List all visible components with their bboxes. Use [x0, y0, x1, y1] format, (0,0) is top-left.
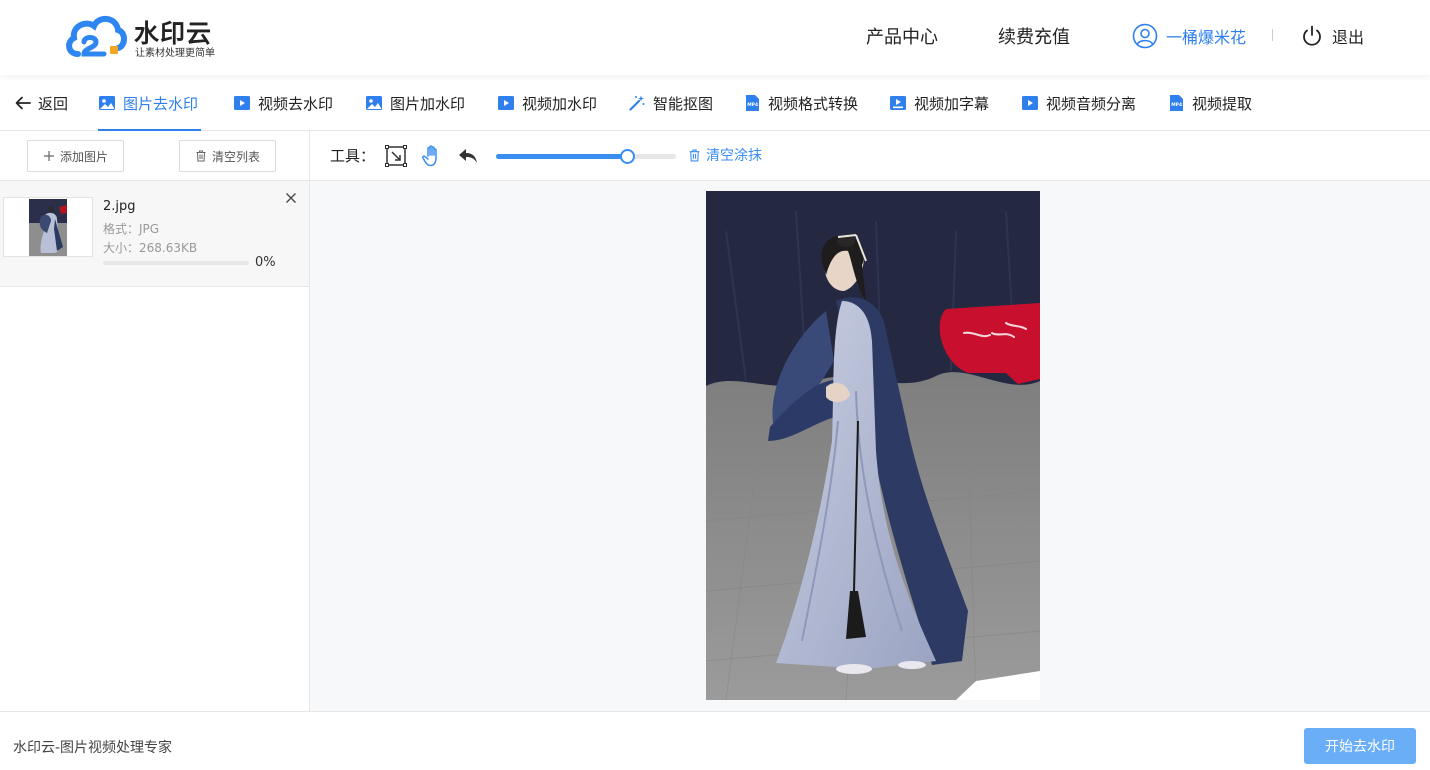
remove-file-button[interactable] [285, 191, 297, 207]
app-footer: 水印云-图片视频处理专家 开始去水印 [0, 711, 1430, 770]
nav-products-label: 产品中心 [866, 27, 938, 48]
video-audio-icon [1022, 96, 1038, 110]
file-sidebar: 添加图片 清空列表 2.jpg 格式：JPG 大小：268.63KB 0% [0, 131, 310, 711]
logo-slogan: 让素材处理更简单 [135, 48, 215, 59]
tab-video-watermark-add[interactable]: 视频加水印 [497, 75, 597, 131]
clear-smear-button[interactable]: 清空涂抹 [688, 145, 762, 165]
mp4-extract-icon: MP4 [1170, 95, 1183, 111]
nav-renew-label: 续费充值 [998, 27, 1070, 48]
clear-list-button[interactable]: 清空列表 [179, 140, 276, 172]
preview-image[interactable] [706, 191, 1040, 700]
select-area-icon[interactable] [384, 144, 408, 168]
start-remove-watermark-button[interactable]: 开始去水印 [1304, 728, 1416, 764]
video-add-icon [498, 96, 514, 110]
tab-video-subtitle[interactable]: 视频加字幕 [889, 75, 989, 131]
tab-video-watermark-remove[interactable]: 视频去水印 [233, 75, 333, 131]
user-menu[interactable]: 一桶爆米花 [1132, 22, 1246, 50]
file-size: 大小：268.63KB [103, 241, 198, 255]
tab-label: 智能抠图 [653, 94, 714, 113]
image-icon [99, 96, 115, 110]
tab-video-format-convert[interactable]: MP4 视频格式转换 [743, 75, 858, 131]
logout-label: 退出 [1332, 28, 1365, 47]
power-icon [1303, 25, 1321, 46]
arrow-left-icon [15, 96, 31, 110]
close-icon [286, 193, 296, 203]
image-canvas[interactable] [310, 181, 1430, 711]
image-add-icon [366, 96, 382, 110]
tab-label: 视频加水印 [522, 94, 598, 113]
tab-label: 视频音频分离 [1046, 94, 1137, 113]
slider-fill [496, 154, 628, 159]
tab-label: 视频去水印 [258, 94, 334, 113]
tab-image-watermark-remove[interactable]: 图片去水印 [98, 75, 201, 131]
tab-image-watermark-add[interactable]: 图片加水印 [365, 75, 465, 131]
undo-icon[interactable] [456, 144, 480, 168]
file-list-item[interactable]: 2.jpg 格式：JPG 大小：268.63KB 0% [0, 181, 309, 287]
editor-toolbar: 工具： 清空涂抹 [310, 131, 1430, 181]
tab-label: 图片去水印 [123, 94, 199, 113]
file-thumbnail [3, 197, 93, 257]
clear-smear-label: 清空涂抹 [706, 148, 762, 164]
tab-video-extract[interactable]: MP4 视频提取 [1167, 75, 1252, 131]
tab-video-audio-split[interactable]: 视频音频分离 [1021, 75, 1136, 131]
mp4-file-icon: MP4 [746, 95, 759, 111]
feature-tabs: 返回 图片去水印 视频去水印 图片加水印 视频加水印 智能抠图 MP4 视频格式… [0, 75, 1430, 131]
plus-icon [43, 151, 54, 161]
trash-icon [196, 150, 206, 162]
tab-smart-cutout[interactable]: 智能抠图 [628, 75, 713, 131]
tab-label: 图片加水印 [390, 94, 466, 113]
footer-tagline: 水印云-图片视频处理专家 [13, 740, 173, 756]
file-format: 格式：JPG [103, 222, 160, 236]
brush-size-slider[interactable] [496, 149, 676, 164]
tab-label: 视频加字幕 [914, 94, 990, 113]
slider-thumb[interactable] [619, 149, 635, 164]
thumbnail-image [29, 199, 67, 256]
svg-text:MP4: MP4 [747, 102, 758, 108]
hand-pan-icon[interactable] [420, 144, 444, 168]
username: 一桶爆米花 [1166, 28, 1247, 47]
nav-renew[interactable]: 续费充值 [998, 22, 1070, 50]
nav-products[interactable]: 产品中心 [866, 22, 938, 50]
logo[interactable]: 水印云 让素材处理更简单 [64, 12, 234, 62]
cloud-logo-icon [66, 16, 127, 57]
add-image-button[interactable]: 添加图片 [27, 140, 124, 172]
video-subtitle-icon [890, 96, 906, 110]
start-button-label: 开始去水印 [1325, 739, 1395, 755]
back-button[interactable]: 返回 [14, 75, 68, 131]
nav-divider [1272, 29, 1273, 41]
back-label: 返回 [38, 94, 69, 113]
user-circle-icon [1132, 23, 1158, 49]
tools-label: 工具： [330, 147, 376, 165]
svg-text:MP4: MP4 [1171, 102, 1182, 108]
logout-button[interactable]: 退出 [1300, 22, 1364, 50]
tab-label: 视频提取 [1192, 94, 1253, 113]
app-header: 水印云 让素材处理更简单 产品中心 续费充值 一桶爆米花 退出 [0, 0, 1430, 75]
tab-label: 视频格式转换 [768, 94, 859, 113]
magic-wand-icon [629, 95, 645, 111]
file-progress-bar [103, 261, 249, 265]
video-icon [234, 96, 250, 110]
trash-icon [689, 149, 700, 161]
file-name: 2.jpg [103, 199, 136, 214]
clear-list-label: 清空列表 [211, 149, 260, 164]
file-progress-text: 0% [255, 255, 276, 270]
add-image-label: 添加图片 [59, 149, 108, 164]
